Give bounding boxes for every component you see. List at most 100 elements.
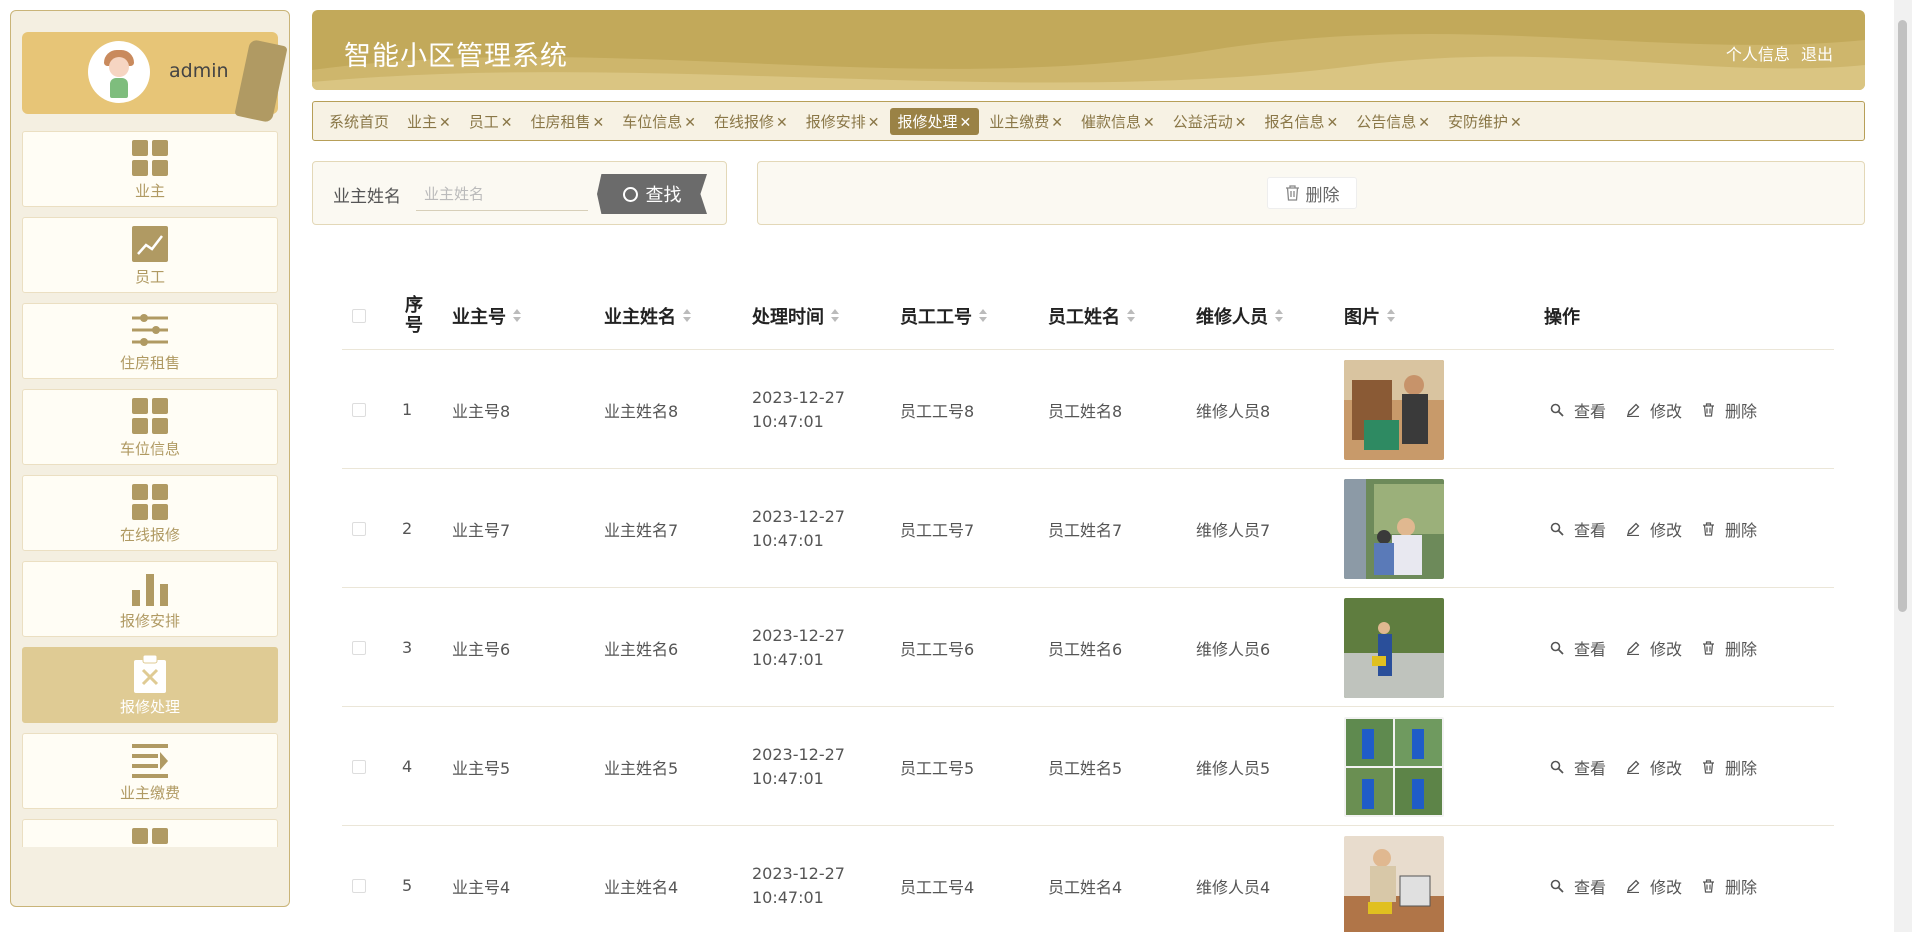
view-button[interactable]: 查看 <box>1550 398 1606 422</box>
close-icon[interactable]: ✕ <box>439 115 451 131</box>
user-card: admin <box>22 32 288 124</box>
page-scrollbar[interactable] <box>1894 0 1912 932</box>
header-time[interactable]: 处理时间 <box>752 282 839 350</box>
tab-13[interactable]: 安防维护 ✕ <box>1440 108 1530 135</box>
tab-6[interactable]: 报修安排 ✕ <box>798 108 888 135</box>
close-icon[interactable]: ✕ <box>593 115 605 131</box>
sidebar-item-6[interactable]: 报修处理 <box>22 647 278 723</box>
close-icon[interactable]: ✕ <box>1235 115 1247 131</box>
close-icon[interactable]: ✕ <box>1418 115 1430 131</box>
cell-owner_name: 业主姓名5 <box>604 758 679 778</box>
repair-photo[interactable] <box>1344 478 1444 579</box>
view-button[interactable]: 查看 <box>1550 636 1606 660</box>
sidebar-item-0[interactable]: 业主 <box>22 131 278 207</box>
tab-11[interactable]: 报名信息 ✕ <box>1257 108 1347 135</box>
row-checkbox[interactable] <box>352 521 366 536</box>
tab-1[interactable]: 业主 ✕ <box>399 108 459 135</box>
header-staff-no[interactable]: 员工工号 <box>900 282 987 350</box>
repair-photo[interactable] <box>1344 359 1444 460</box>
cell-staff_no: 员工工号7 <box>900 520 975 540</box>
tab-label: 报修安排 <box>805 112 866 131</box>
tab-9[interactable]: 催款信息 ✕ <box>1073 108 1163 135</box>
tab-5[interactable]: 在线报修 ✕ <box>706 108 796 135</box>
repair-photo[interactable] <box>1344 835 1444 932</box>
sidebar-item-5[interactable]: 报修安排 <box>22 561 278 637</box>
edit-button[interactable]: 修改 <box>1626 517 1682 541</box>
close-icon[interactable]: ✕ <box>960 115 972 131</box>
trash-icon <box>1702 521 1720 536</box>
header-image[interactable]: 图片 <box>1344 282 1395 350</box>
tab-8[interactable]: 业主缴费 ✕ <box>981 108 1071 135</box>
cell-owner_name: 业主姓名8 <box>604 401 679 421</box>
sidebar-item-7[interactable]: 业主缴费 <box>22 733 278 809</box>
delete-button[interactable]: 删除 <box>1702 636 1757 660</box>
tab-7[interactable]: 报修处理 ✕ <box>889 107 980 135</box>
delete-button[interactable]: 删除 <box>1702 517 1757 541</box>
view-button[interactable]: 查看 <box>1550 755 1606 779</box>
grid-icon <box>130 396 170 436</box>
user-info-link[interactable]: 个人信息 <box>1726 45 1790 64</box>
view-button[interactable]: 查看 <box>1550 874 1606 898</box>
close-icon[interactable]: ✕ <box>1327 115 1339 131</box>
table-body: 1 业主号8 业主姓名8 2023-12-27 10:47:01 员工工号8 员工姓名8 维… <box>342 350 1834 932</box>
tab-0[interactable]: 系统首页 <box>321 108 397 135</box>
tab-10[interactable]: 公益活动 ✕ <box>1165 108 1255 135</box>
tab-3[interactable]: 住房租售 ✕ <box>523 108 613 135</box>
grid-icon <box>130 482 170 522</box>
tab-2[interactable]: 员工 ✕ <box>461 108 521 135</box>
cell-time: 2023-12-27 10:47:01 <box>752 387 845 431</box>
row-checkbox[interactable] <box>352 640 366 655</box>
header-actions: 操作 <box>1544 307 1580 328</box>
sidebar-item-3[interactable]: 车位信息 <box>22 389 278 465</box>
cell-staff_no: 员工工号4 <box>900 877 975 897</box>
header-repairer[interactable]: 维修人员 <box>1196 282 1283 350</box>
table-row: 2 业主号7 业主姓名7 2023-12-27 10:47:01 员工工号7 员工姓名7 维… <box>342 469 1834 588</box>
logout-link[interactable]: 退出 <box>1801 45 1833 64</box>
grid-icon <box>130 826 170 847</box>
repair-photo[interactable] <box>1344 716 1444 817</box>
sidebar-item-2[interactable]: 住房租售 <box>22 303 278 379</box>
sidebar-item-8[interactable] <box>22 819 278 847</box>
edit-button[interactable]: 修改 <box>1626 874 1682 898</box>
close-icon[interactable]: ✕ <box>776 115 788 131</box>
close-icon[interactable]: ✕ <box>501 115 513 131</box>
row-checkbox[interactable] <box>352 878 366 893</box>
edit-button[interactable]: 修改 <box>1626 755 1682 779</box>
row-checkbox[interactable] <box>352 402 366 417</box>
header-owner-no[interactable]: 业主号 <box>452 282 521 350</box>
owner-name-search-input[interactable] <box>416 177 588 211</box>
row-checkbox[interactable] <box>352 759 366 774</box>
close-icon[interactable]: ✕ <box>684 115 696 131</box>
view-button[interactable]: 查看 <box>1550 517 1606 541</box>
close-icon[interactable]: ✕ <box>1510 115 1522 131</box>
edit-button[interactable]: 修改 <box>1626 636 1682 660</box>
tab-12[interactable]: 公告信息 ✕ <box>1348 108 1438 135</box>
close-icon[interactable]: ✕ <box>1143 115 1155 131</box>
header-staff-name[interactable]: 员工姓名 <box>1048 282 1135 350</box>
close-icon[interactable]: ✕ <box>868 115 880 131</box>
sort-icon <box>513 309 521 323</box>
search-icon <box>622 186 638 202</box>
delete-button[interactable]: 删除 <box>1702 398 1757 422</box>
batch-delete-button[interactable]: 删除 <box>1267 177 1357 209</box>
repair-table: 序号 业主号 业主姓名 处理时间 员工工号 员工姓名 维修人员 图片 操作 1 业… <box>342 282 1834 932</box>
select-all-checkbox[interactable] <box>352 309 366 323</box>
avatar[interactable] <box>88 41 150 103</box>
tab-4[interactable]: 车位信息 ✕ <box>614 108 704 135</box>
sidebar-item-1[interactable]: 员工 <box>22 217 278 293</box>
header-owner-name[interactable]: 业主姓名 <box>604 282 691 350</box>
batch-delete-label: 删除 <box>1305 185 1340 206</box>
edit-button[interactable]: 修改 <box>1626 398 1682 422</box>
cell-owner_no: 业主号5 <box>452 758 511 778</box>
delete-button[interactable]: 删除 <box>1702 874 1757 898</box>
delete-button[interactable]: 删除 <box>1702 755 1757 779</box>
repair-photo[interactable] <box>1344 597 1444 698</box>
sidebar-item-4[interactable]: 在线报修 <box>22 475 278 551</box>
search-button[interactable]: 查找 <box>597 174 707 214</box>
close-icon[interactable]: ✕ <box>1051 115 1063 131</box>
tab-label: 催款信息 <box>1081 112 1142 131</box>
action-panel: 删除 <box>757 161 1865 225</box>
cell-index: 1 <box>402 400 413 419</box>
scrollbar-thumb[interactable] <box>1898 20 1907 612</box>
tab-label: 业主缴费 <box>989 112 1050 131</box>
